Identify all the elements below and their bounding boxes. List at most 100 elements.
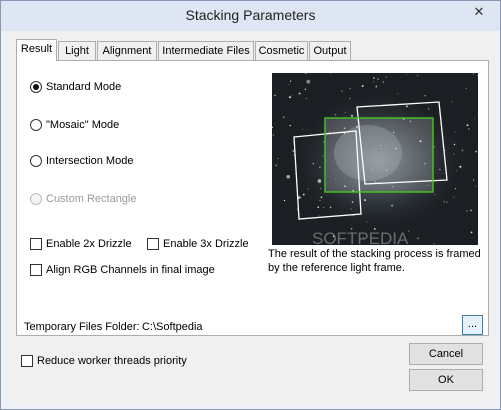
- radio-icon: [30, 119, 42, 131]
- tab-intermediate-files[interactable]: Intermediate Files: [158, 41, 254, 60]
- star-dot: [468, 128, 470, 130]
- enable-2x-drizzle-checkbox[interactable]: Enable 2x Drizzle: [30, 238, 132, 250]
- enable-3x-drizzle-checkbox[interactable]: Enable 3x Drizzle: [147, 238, 249, 250]
- tab-light[interactable]: Light: [58, 41, 96, 60]
- close-icon: ✕: [473, 4, 485, 19]
- star-dot: [453, 143, 456, 146]
- star-dot: [427, 108, 430, 110]
- star-dot: [406, 105, 408, 108]
- star-dot: [454, 131, 456, 133]
- star-dot: [322, 141, 325, 143]
- align-rgb-channels-checkbox[interactable]: Align RGB Channels in final image: [30, 264, 215, 276]
- checkbox-label: Enable 3x Drizzle: [163, 238, 249, 250]
- window-title: Stacking Parameters: [185, 7, 316, 23]
- star-dot: [290, 95, 292, 97]
- intersection-mode-radio[interactable]: Intersection Mode: [30, 155, 133, 167]
- star-dot: [323, 206, 325, 208]
- star-dot: [475, 185, 477, 187]
- star-dot: [475, 150, 478, 153]
- star-dot: [406, 73, 408, 75]
- star-dot: [470, 231, 473, 234]
- star-dot: [453, 196, 455, 198]
- star-dot: [361, 85, 364, 87]
- star-dot: [377, 78, 379, 80]
- tab-label: Intermediate Files: [162, 45, 250, 57]
- star-dot: [312, 163, 314, 165]
- button-label: OK: [438, 374, 454, 386]
- title-bar: Stacking Parameters ✕: [1, 1, 500, 31]
- star-dot: [434, 194, 436, 196]
- preview-caption: The result of the stacking process is fr…: [268, 248, 481, 274]
- checkbox-label: Reduce worker threads priority: [37, 355, 187, 367]
- star-dot: [319, 188, 321, 190]
- star-dot: [465, 87, 467, 90]
- star-dot: [473, 179, 475, 181]
- star-dot: [351, 201, 354, 203]
- stacking-parameters-dialog: Stacking Parameters ✕ Result Light Align…: [0, 0, 501, 410]
- browse-label: ...: [467, 318, 478, 330]
- temp-folder-path: C:\Softpedia: [142, 321, 203, 333]
- star-dot: [288, 96, 291, 99]
- ok-button[interactable]: OK: [409, 369, 483, 391]
- star-dot: [318, 215, 320, 217]
- star-dot: [351, 115, 353, 117]
- star-dot: [453, 153, 455, 155]
- tab-alignment[interactable]: Alignment: [97, 41, 157, 60]
- star-dot: [319, 199, 321, 201]
- star-dot: [417, 74, 419, 76]
- star-dot: [322, 155, 324, 157]
- star-dot: [443, 200, 445, 203]
- cancel-button[interactable]: Cancel: [409, 343, 483, 365]
- star-dot: [274, 94, 276, 96]
- tab-label: Output: [313, 45, 347, 57]
- star-dot: [424, 95, 426, 97]
- star-dot: [433, 243, 435, 244]
- tab-label: Cosmetic: [258, 45, 305, 57]
- star-dot: [466, 124, 469, 127]
- tab-result[interactable]: Result: [16, 39, 57, 61]
- star-dot: [317, 179, 322, 183]
- star-dot: [391, 204, 394, 207]
- standard-mode-radio[interactable]: Standard Mode: [30, 81, 121, 93]
- star-dot: [446, 201, 448, 203]
- star-dot: [352, 215, 355, 217]
- star-dot: [305, 98, 307, 99]
- tab-label: Result: [20, 43, 53, 55]
- star-dot: [272, 134, 275, 136]
- star-dot: [288, 84, 290, 86]
- stacking-preview-image: SOFTPEDIA: [272, 73, 478, 245]
- star-dot: [461, 149, 464, 152]
- star-dot: [341, 90, 343, 92]
- close-button[interactable]: ✕: [466, 2, 492, 22]
- tab-label: Alignment: [102, 45, 152, 57]
- mosaic-mode-radio[interactable]: "Mosaic" Mode: [30, 119, 119, 131]
- temp-folder-label: Temporary Files Folder:: [24, 321, 140, 333]
- star-dot: [385, 76, 387, 78]
- star-dot: [459, 165, 462, 168]
- button-label: Cancel: [428, 348, 464, 360]
- star-dot: [344, 112, 346, 114]
- star-dot: [307, 188, 309, 190]
- star-dot: [289, 80, 292, 82]
- star-dot: [417, 237, 419, 240]
- reduce-worker-threads-checkbox[interactable]: Reduce worker threads priority: [21, 355, 187, 367]
- tab-output[interactable]: Output: [309, 41, 351, 60]
- star-dot: [474, 118, 476, 119]
- star-dot: [373, 81, 375, 83]
- star-dot: [329, 206, 332, 209]
- star-dot: [451, 101, 453, 103]
- radio-label: "Mosaic" Mode: [46, 119, 120, 131]
- star-dot: [277, 157, 279, 160]
- star-dot: [466, 210, 468, 212]
- star-dot: [286, 174, 290, 179]
- dialog-body: Result Light Alignment Intermediate File…: [8, 31, 493, 403]
- browse-folder-button[interactable]: ...: [462, 315, 483, 335]
- star-dot: [382, 81, 384, 83]
- star-dot: [304, 88, 307, 91]
- preview-svg: SOFTPEDIA: [272, 73, 478, 245]
- radio-icon: [30, 193, 42, 205]
- tab-cosmetic[interactable]: Cosmetic: [255, 41, 308, 60]
- radio-label: Custom Rectangle: [46, 193, 137, 205]
- tab-label: Light: [65, 45, 89, 57]
- custom-rectangle-radio: Custom Rectangle: [30, 193, 137, 205]
